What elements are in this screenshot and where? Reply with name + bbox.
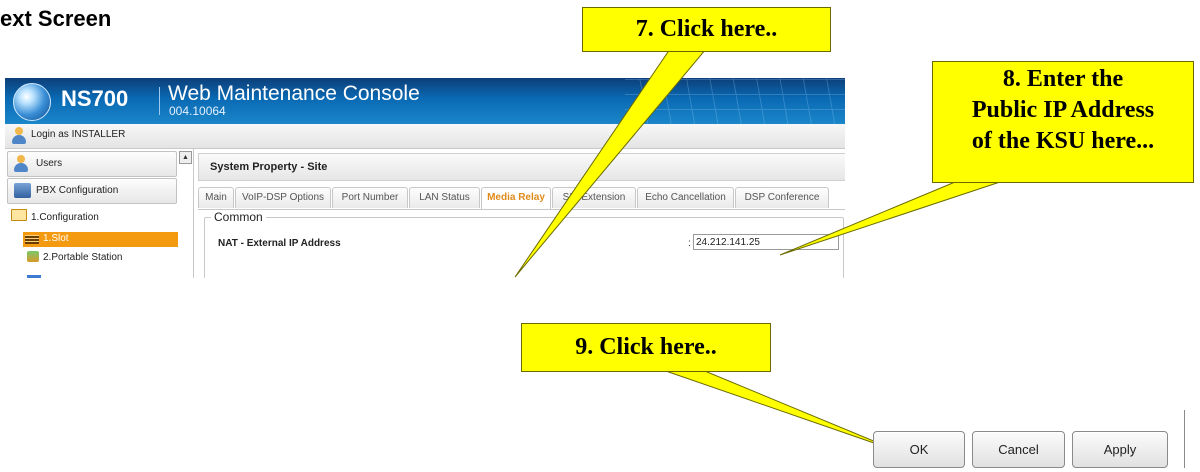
callout-step-8-line: of the KSU here... — [971, 128, 1155, 154]
apply-button[interactable]: Apply — [1072, 431, 1168, 468]
callout-8-pointer — [779, 181, 1001, 256]
callout-step-8: 8. Enter the Public IP Address of the KS… — [932, 61, 1194, 183]
callout-step-7: 7. Click here.. — [582, 7, 831, 52]
callout-step-8-line: Public IP Address — [971, 97, 1155, 123]
cancel-button[interactable]: Cancel — [972, 431, 1065, 468]
callout-step-9: 9. Click here.. — [521, 323, 771, 372]
divider-line — [1184, 410, 1185, 468]
callout-9-pointer — [659, 368, 901, 453]
callout-step-8-line: 8. Enter the — [1002, 66, 1124, 92]
ok-button[interactable]: OK — [873, 431, 965, 468]
callout-7-pointer — [514, 48, 708, 278]
